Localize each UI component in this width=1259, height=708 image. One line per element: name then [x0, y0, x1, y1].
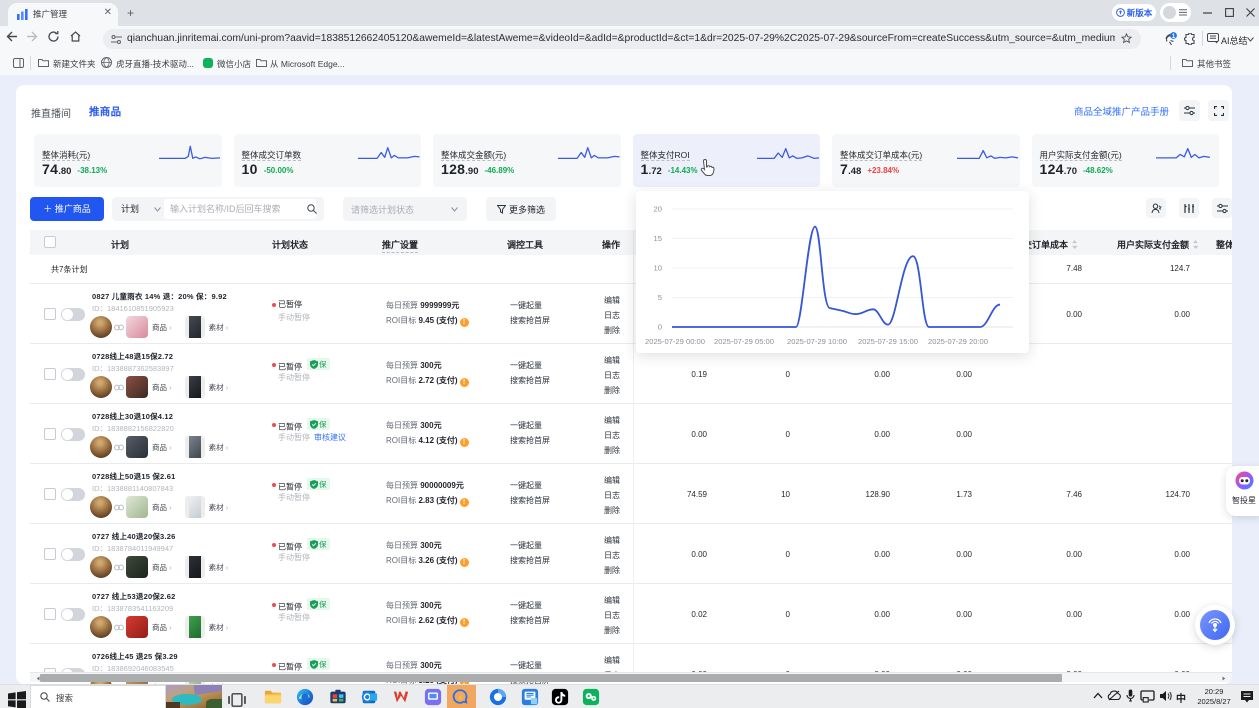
svg-text:10: 10: [654, 264, 662, 273]
svg-text:5: 5: [658, 293, 662, 302]
svg-text:0: 0: [658, 323, 662, 332]
svg-text:2025-07-29 00:00: 2025-07-29 00:00: [645, 337, 705, 346]
svg-text:2025-07-29 20:00: 2025-07-29 20:00: [928, 337, 988, 346]
svg-text:1: 1: [1172, 33, 1176, 40]
svg-text:2025-07-29 05:00: 2025-07-29 05:00: [714, 337, 774, 346]
svg-text:20: 20: [654, 205, 662, 214]
svg-text:2025-07-29 10:00: 2025-07-29 10:00: [787, 337, 847, 346]
svg-text:2025-07-29 15:00: 2025-07-29 15:00: [858, 337, 918, 346]
svg-text:15: 15: [654, 234, 662, 243]
